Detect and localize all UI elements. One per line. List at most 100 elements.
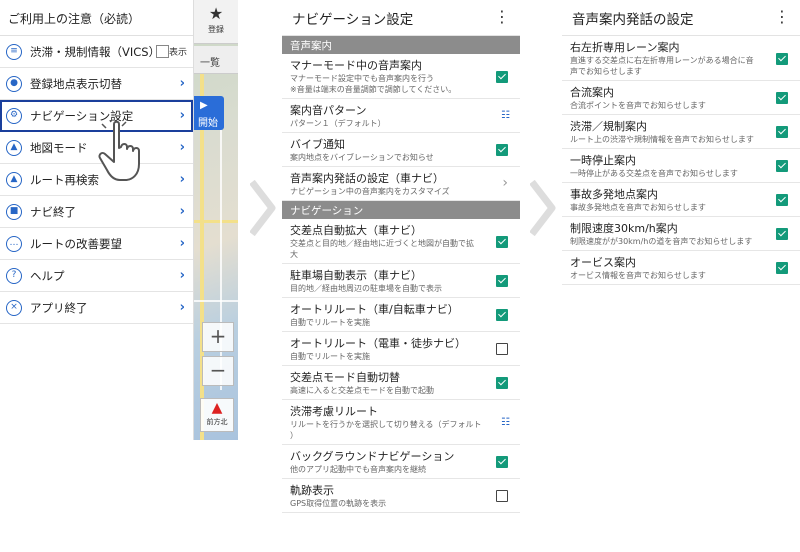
settings-item[interactable]: 音声案内発話の設定（車ナビ） ナビゲーション中の音声案内をカスタマイズ ›	[282, 167, 520, 201]
settings-item[interactable]: 一時停止案内一時停止がある交差点を音声でお知らせします	[562, 149, 800, 183]
more-vert-icon[interactable]: ⋮	[494, 8, 510, 26]
start-button[interactable]: ▶ 開始	[194, 96, 224, 130]
settings-item-title: 右左折専用レーン案内	[570, 41, 680, 54]
checkbox-checked[interactable]	[496, 309, 508, 321]
checkbox-checked[interactable]	[496, 144, 508, 156]
settings-item-subtitle: 声でお知らせします	[570, 67, 642, 76]
settings-item-title: 渋滞考慮リルート	[290, 405, 378, 418]
checkbox-checked[interactable]	[496, 70, 508, 83]
settings-item[interactable]: オービス案内 オービス情報を音声でお知らせします	[562, 251, 800, 285]
pin-icon: ●	[6, 75, 22, 92]
checkbox-checked[interactable]	[776, 262, 788, 274]
zoom-out-button[interactable]: −	[202, 356, 234, 386]
settings-item-title: 一時停止案内	[570, 154, 636, 167]
settings-item[interactable]: マナーモード中の音声案内 マナーモード設定中でも音声案内を行う ※音量は端末の音量調…	[282, 54, 520, 99]
settings-item-subtitle: パターン１（デフォルト）	[290, 119, 386, 128]
settings-item-title: バックグラウンドナビゲーション	[290, 450, 455, 463]
menu-item-label: ルート再検索	[30, 172, 99, 187]
chevron-right-icon: ›	[179, 204, 185, 219]
settings-item-title: 交差点モード自動切替	[290, 371, 400, 384]
settings-item[interactable]: 案内音パターン パターン１（デフォルト） ☷	[282, 99, 520, 133]
chevron-right-icon: ›	[179, 172, 185, 187]
settings-item-subtitle: 事故多発地点を音声でお知らせします	[570, 203, 706, 212]
menu-item[interactable]: ≡ 渋滞・規制情報（VICS） 表示	[0, 36, 193, 68]
vics-checkbox[interactable]	[156, 45, 169, 58]
settings-item[interactable]: 軌跡表示 GPS取得位置の軌跡を表示	[282, 479, 520, 513]
checkbox-checked[interactable]	[776, 228, 788, 240]
settings-item-subtitle: マナーモード設定中でも音声案内を行う	[290, 74, 434, 83]
settings-item[interactable]: 渋滞考慮リルート リルートを行うかを選択して切り替える（デフォルト ） ☷	[282, 400, 520, 445]
help-icon: ?	[6, 267, 22, 284]
settings-item[interactable]: バックグラウンドナビゲーション他のアプリ起動中でも音声案内を継続	[282, 445, 520, 479]
settings-item[interactable]: 合流案内 合流ポイントを音声でお知らせします	[562, 81, 800, 115]
settings-item-title: 音声案内発話の設定（車ナビ）	[290, 172, 444, 185]
settings-item-subtitle: 案内地点をバイブレーションでお知らせ	[290, 153, 434, 162]
settings-item[interactable]: オートリルート（電車・徒歩ナビ） 自動でリルートを実施	[282, 332, 520, 366]
checkbox-checked[interactable]	[776, 194, 788, 206]
settings-item[interactable]: 駐車場自動表示（車ナビ） 目的地／経由地周辺の駐車場を自動で表示	[282, 264, 520, 298]
settings-item-subtitle: 高速に入ると交差点モードを自動で起動	[290, 386, 434, 395]
settings-item[interactable]: 渋滞／規制案内 ルート上の渋滞や規制情報を音声でお知らせします	[562, 115, 800, 149]
settings-item-title: 渋滞／規制案内	[570, 120, 647, 133]
chevron-right-icon: ›	[179, 76, 185, 91]
menu-item[interactable]: × アプリ終了 ›	[0, 292, 193, 324]
checkbox-unchecked[interactable]	[496, 490, 508, 502]
menu-item-label: アプリ終了	[30, 300, 88, 315]
list-select-icon[interactable]: ☷	[501, 110, 510, 121]
chevron-right-icon[interactable]: ›	[502, 175, 508, 191]
compass-button[interactable]: ▲ 前方北	[200, 398, 234, 432]
checkbox-checked[interactable]	[776, 126, 788, 138]
settings-item-subtitle: 交差点と目的地／経由地に近づくと地図が自動で拡	[290, 239, 474, 248]
app-bar: 音声案内発話の設定 ⋮	[562, 0, 800, 36]
settings-item[interactable]: 右左折専用レーン案内 直進する交差点に右左折専用レーンがある場合に音 声でお知らせし…	[562, 36, 800, 81]
page-title: 音声案内発話の設定	[572, 11, 694, 28]
zoom-in-button[interactable]: +	[202, 322, 234, 352]
settings-item[interactable]: バイブ通知案内地点をバイブレーションでお知らせ	[282, 133, 520, 167]
bookmark-button[interactable]: ★ 登録	[194, 0, 238, 44]
checkbox-checked[interactable]	[776, 92, 788, 104]
settings-item-subtitle: ）	[290, 431, 298, 440]
settings-item-subtitle: 自動でリルートを実施	[290, 352, 370, 361]
menu-item-label: 地図モード	[30, 140, 88, 155]
menu-item-label: ナビ終了	[30, 204, 76, 219]
settings-item-subtitle: 他のアプリ起動中でも音声案内を継続	[290, 465, 426, 474]
checkbox-checked[interactable]	[496, 275, 508, 287]
settings-item-subtitle: 一時停止がある交差点を音声でお知らせします	[570, 169, 738, 178]
settings-item-title: 合流案内	[570, 86, 614, 99]
menu-item[interactable]: … ルートの改善要望 ›	[0, 228, 193, 260]
more-vert-icon[interactable]: ⋮	[774, 8, 790, 26]
settings-item[interactable]: 事故多発地点案内事故多発地点を音声でお知らせします	[562, 183, 800, 217]
checkbox-checked[interactable]	[496, 456, 508, 468]
checkbox-checked[interactable]	[776, 52, 788, 65]
settings-item-title: 軌跡表示	[290, 484, 334, 497]
menu-item[interactable]: ■ ナビ終了 ›	[0, 196, 193, 228]
settings-item-title: オートリルート（電車・徒歩ナビ）	[290, 337, 466, 350]
compass-label: 前方北	[206, 418, 228, 426]
notice-item[interactable]: ご利用上の注意（必読）	[0, 0, 193, 36]
app-bar: ナビゲーション設定 ⋮	[282, 0, 520, 36]
checkbox-checked[interactable]	[496, 235, 508, 248]
menu-item[interactable]: ? ヘルプ ›	[0, 260, 193, 292]
settings-item[interactable]: 交差点自動拡大（車ナビ） 交差点と目的地／経由地に近づくと地図が自動で拡大	[282, 219, 520, 264]
checkbox-checked[interactable]	[496, 377, 508, 389]
chevron-right-icon: ›	[179, 108, 185, 123]
list-select-icon[interactable]: ☷	[501, 417, 510, 428]
settings-item[interactable]: オートリルート（車/自転車ナビ） 自動でリルートを実施	[282, 298, 520, 332]
menu-item[interactable]: ● 登録地点表示切替 ›	[0, 68, 193, 100]
checkbox-checked[interactable]	[776, 160, 788, 172]
settings-item-title: オートリルート（車/自転車ナビ）	[290, 303, 459, 316]
settings-item-title: 事故多発地点案内	[570, 188, 658, 201]
section-header-navigation: ナビゲーション	[282, 201, 520, 219]
settings-item[interactable]: 制限速度30km/h案内 制限速度がが30km/hの道を音声でお知らせします	[562, 217, 800, 251]
menu-item-label: 登録地点表示切替	[30, 76, 122, 91]
gear-icon: ⚙	[6, 107, 22, 124]
settings-item-subtitle: オービス情報を音声でお知らせします	[570, 271, 706, 280]
list-tab[interactable]: 一覧	[194, 46, 238, 74]
settings-item-title: 駐車場自動表示（車ナビ）	[290, 269, 422, 282]
navigation-settings-screen: ナビゲーション設定 ⋮ 音声案内 マナーモード中の音声案内 マナーモード設定中でも…	[282, 0, 520, 552]
checkbox-unchecked[interactable]	[496, 343, 508, 355]
settings-item[interactable]: 交差点モード自動切替高速に入ると交差点モードを自動で起動	[282, 366, 520, 400]
settings-item-title: バイブ通知	[290, 138, 345, 151]
chevron-right-icon: ›	[179, 268, 185, 283]
north-arrow-icon: ▲	[211, 400, 223, 416]
